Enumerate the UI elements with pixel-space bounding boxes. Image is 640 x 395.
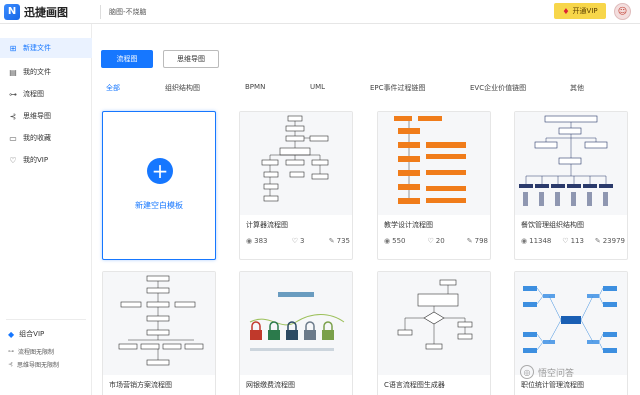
open-vip-button[interactable]: ♦ 开通VIP (554, 3, 606, 19)
sidebar-item-new-file[interactable]: ⊞ 新建文件 (0, 38, 92, 58)
watermark: ◎ 悟空问答 (520, 365, 574, 379)
category-evc[interactable]: EVC企业价值链图 (470, 83, 526, 93)
template-title: 计算器流程图 (246, 221, 288, 229)
template-thumbnail (515, 112, 627, 215)
gem-icon: ♦ (562, 6, 570, 16)
template-thumbnail (240, 112, 352, 215)
template-card[interactable]: 市场营销方案流程图 (102, 271, 216, 395)
edit-icon: ✎ (594, 237, 601, 245)
template-title: 市场营销方案流程图 (109, 381, 172, 389)
sidebar-sub-flowchart-unlimited: ⊶ 流程图无限制 (8, 347, 54, 356)
category-other[interactable]: 其他 (570, 83, 584, 93)
category-epc[interactable]: EPC事件过程链图 (370, 83, 426, 93)
mindmap-icon: ⊰ (8, 361, 14, 368)
thumbs-up-icon: ♡ (427, 237, 434, 245)
mindmap-icon: ⊰ (9, 111, 17, 121)
sidebar-item-label: 流程图 (23, 90, 44, 98)
sidebar-item-label: 我的VIP (23, 156, 49, 164)
wukong-logo-icon: ◎ (520, 365, 534, 379)
use-count: 23979 (602, 237, 625, 245)
diamond-icon: ◆ (8, 329, 15, 339)
sidebar-item-favorites[interactable]: ▭ 我的收藏 (0, 128, 92, 148)
sidebar-item-my-vip[interactable]: ♡ 我的VIP (0, 150, 92, 170)
watermark-text: 悟空问答 (538, 368, 575, 379)
main-content: 流程图 思维导图 全部 组织结构图 BPMN UML EPC事件过程链图 EVC… (92, 24, 640, 395)
use-count: 735 (336, 237, 350, 245)
folder-icon: ▭ (9, 133, 17, 143)
sidebar-item-flowchart[interactable]: ⊶ 流程图 (0, 84, 92, 104)
sidebar-sub-mindmap-unlimited: ⊰ 思维导图无限制 (8, 360, 59, 369)
template-card[interactable]: C语言流程图生成器 (377, 271, 491, 395)
template-title: 网银缴费流程图 (246, 381, 295, 389)
template-card[interactable]: 教学设计流程图 ◉ 550 ♡ 20 ✎ 798 (377, 111, 491, 260)
sidebar-item-label: 我的收藏 (23, 134, 51, 142)
eye-icon: ◉ (384, 237, 391, 245)
category-filter: 全部 组织结构图 BPMN UML EPC事件过程链图 EVC企业价值链图 其他 (92, 83, 640, 95)
new-blank-template-label: 新建空白模板 (135, 201, 183, 210)
category-org-chart[interactable]: 组织结构图 (165, 83, 200, 93)
sidebar-item-label: 新建文件 (23, 44, 51, 52)
template-stats: ◉ 550 ♡ 20 ✎ 798 (384, 237, 488, 245)
thumbs-up-icon: ♡ (562, 237, 569, 245)
view-count: 383 (254, 237, 268, 245)
combo-vip-label: 组合VIP (19, 330, 45, 338)
like-count: 20 (435, 237, 445, 245)
app-slogan: 脑图-不烧脑 (109, 7, 147, 16)
template-thumbnail (515, 272, 627, 375)
thumbs-up-icon: ♡ (291, 237, 299, 245)
tab-mindmap[interactable]: 思维导图 (163, 50, 219, 68)
app-logo[interactable]: N 迅捷画图 (4, 3, 100, 20)
like-count: 113 (570, 237, 584, 245)
new-blank-template-card[interactable]: + 新建空白模板 (102, 111, 216, 260)
like-count: 3 (300, 237, 305, 245)
logo-icon: N (4, 3, 20, 20)
template-thumbnail (378, 112, 490, 215)
plus-icon: + (147, 158, 173, 184)
template-thumbnail (103, 272, 215, 375)
sidebar-divider (6, 319, 86, 320)
template-thumbnail (240, 272, 352, 375)
category-bpmn[interactable]: BPMN (245, 83, 265, 91)
heart-icon: ♡ (9, 155, 17, 165)
category-uml[interactable]: UML (310, 83, 325, 91)
template-card[interactable]: 计算器流程图 ◉ 383 ♡ 3 ✎ 735 (239, 111, 353, 260)
plus-square-icon: ⊞ (9, 43, 17, 53)
app-name: 迅捷画图 (24, 5, 68, 19)
template-card[interactable]: 餐饮管理组织结构图 ◉ 11348 ♡ 113 ✎ 23979 (514, 111, 628, 260)
sidebar-item-label: 思维导图 (23, 112, 51, 120)
sub-label: 思维导图无限制 (17, 362, 60, 369)
template-title: 餐饮管理组织结构图 (521, 221, 584, 229)
template-card[interactable]: 网银缴费流程图 (239, 271, 353, 395)
flowchart-icon: ⊶ (9, 89, 17, 99)
vip-button-label: 开通VIP (572, 7, 598, 15)
edit-icon: ✎ (466, 237, 473, 245)
template-title: C语言流程图生成器 (384, 381, 445, 389)
template-title: 职位统计管理流程图 (521, 381, 584, 389)
template-title: 教学设计流程图 (384, 221, 433, 229)
sidebar-item-mindmap[interactable]: ⊰ 思维导图 (0, 106, 92, 126)
file-icon: ▤ (9, 67, 17, 77)
divider (100, 4, 101, 19)
sidebar-item-my-files[interactable]: ▤ 我的文件 (0, 62, 92, 82)
template-stats: ◉ 383 ♡ 3 ✎ 735 (246, 237, 350, 245)
view-count: 550 (392, 237, 406, 245)
template-stats: ◉ 11348 ♡ 113 ✎ 23979 (521, 237, 625, 245)
category-all[interactable]: 全部 (106, 83, 120, 93)
avatar[interactable]: ☺ (614, 3, 631, 20)
sidebar-item-label: 我的文件 (23, 68, 51, 76)
edit-icon: ✎ (328, 237, 335, 245)
combo-vip-link[interactable]: ◆ 组合VIP (8, 329, 44, 339)
sub-label: 流程图无限制 (18, 349, 55, 356)
sidebar: ⊞ 新建文件 ▤ 我的文件 ⊶ 流程图 ⊰ 思维导图 ▭ 我的收藏 ♡ 我的VI… (0, 24, 92, 395)
template-thumbnail (378, 272, 490, 375)
eye-icon: ◉ (521, 237, 528, 245)
top-bar: N 迅捷画图 脑图-不烧脑 ♦ 开通VIP ☺ (0, 0, 640, 24)
flowchart-icon: ⊶ (8, 348, 14, 355)
tab-flowchart[interactable]: 流程图 (101, 50, 153, 68)
view-count: 11348 (529, 237, 552, 245)
use-count: 798 (474, 237, 488, 245)
eye-icon: ◉ (246, 237, 253, 245)
